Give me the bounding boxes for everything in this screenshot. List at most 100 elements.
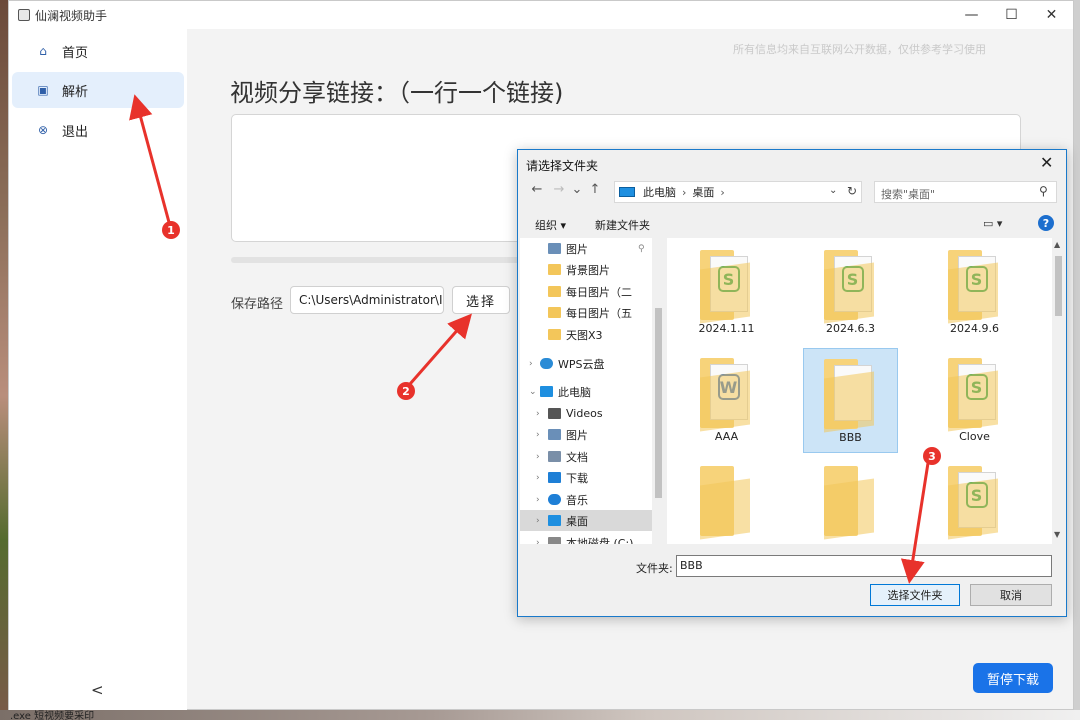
- tree-item-desktop[interactable]: › 桌面: [520, 510, 652, 531]
- title-bar: 仙澜视频助手 — ☐ ✕: [9, 1, 1073, 29]
- tree-item-label: 文档: [566, 450, 588, 464]
- maximize-button[interactable]: ☐: [989, 1, 1034, 29]
- search-input[interactable]: 搜索"桌面" ⚲: [874, 181, 1057, 203]
- tree-item-music[interactable]: › 音乐: [520, 489, 652, 510]
- sidebar-item-home[interactable]: ⌂ 首页: [12, 33, 184, 69]
- tree-item-this-pc[interactable]: ⌄ 此电脑: [520, 381, 652, 402]
- help-icon[interactable]: ?: [1038, 215, 1054, 231]
- history-dropdown-icon[interactable]: ⌄: [570, 182, 584, 197]
- close-button[interactable]: ✕: [1029, 1, 1074, 29]
- breadcrumb-this-pc[interactable]: 此电脑: [643, 184, 676, 200]
- tree-item-videos[interactable]: › Videos: [520, 403, 652, 424]
- view-options-icon[interactable]: ▭ ▾: [983, 217, 1002, 230]
- tree-item-label: 背景图片: [566, 263, 610, 277]
- tree-item[interactable]: 每日图片（二: [548, 281, 632, 302]
- folder-label: AAA: [714, 430, 739, 443]
- folder-icon: [823, 466, 878, 540]
- home-icon: ⌂: [39, 44, 47, 58]
- new-folder-button[interactable]: 新建文件夹: [595, 217, 650, 233]
- sidebar: ⌂ 首页 ▣ 解析 ⊗ 退出 <: [9, 29, 187, 710]
- refresh-icon[interactable]: ↻: [847, 184, 857, 198]
- tree-item-pictures[interactable]: › 图片: [520, 424, 652, 445]
- tree-scroll-thumb[interactable]: [655, 308, 662, 498]
- search-icon[interactable]: ⚲: [1039, 184, 1048, 198]
- tree-item-label: 图片: [566, 242, 588, 256]
- cancel-button[interactable]: 取消: [970, 584, 1052, 606]
- folder-icon: [548, 307, 561, 318]
- folder-icon: [699, 466, 754, 540]
- sidebar-item-parse[interactable]: ▣ 解析: [12, 72, 184, 108]
- save-path-input[interactable]: C:\Users\Administrator\I: [290, 286, 444, 314]
- collapse-sidebar-icon[interactable]: <: [91, 681, 104, 699]
- scroll-up-icon[interactable]: ▲: [1054, 240, 1060, 249]
- file-list-scrollbar[interactable]: ▲ ▼: [1052, 238, 1065, 544]
- tree-item-label: 本地磁盘 (C:): [566, 536, 634, 545]
- dialog-title: 请选择文件夹: [526, 159, 599, 173]
- folder-item[interactable]: S: [927, 456, 1022, 544]
- folder-icon: [548, 264, 561, 275]
- file-list: S 2024.1.11 S 2024.6.3 S 2024.9.6 W AAA …: [667, 238, 1065, 544]
- folder-label: 2024.6.3: [826, 322, 875, 335]
- address-dropdown-icon[interactable]: ⌄: [829, 185, 837, 196]
- tree-item-local-disk[interactable]: › 本地磁盘 (C:): [520, 532, 652, 544]
- folder-icon: [823, 359, 878, 433]
- tree-item-label: 每日图片（五: [566, 306, 632, 320]
- tree-item[interactable]: 天图X3: [548, 324, 603, 345]
- music-icon: [548, 494, 561, 505]
- tree-item-wps-cloud[interactable]: › WPS云盘: [520, 353, 652, 374]
- scroll-down-icon[interactable]: ▼: [1054, 530, 1060, 539]
- desktop-taskbar-fragment: .exe 短视频要采印: [0, 710, 1080, 720]
- tree-scrollbar[interactable]: [652, 238, 665, 544]
- forward-arrow-icon[interactable]: →: [548, 182, 570, 197]
- folder-item[interactable]: [679, 456, 774, 544]
- tree-item[interactable]: 背景图片: [548, 259, 610, 280]
- select-folder-button[interactable]: 选择文件夹: [870, 584, 960, 606]
- folder-label: Clove: [959, 430, 990, 443]
- organize-menu[interactable]: 组织 ▾: [535, 217, 566, 233]
- dialog-toolbar: 组织 ▾ 新建文件夹 ▭ ▾ ?: [518, 212, 1066, 238]
- desktop-background-strip: [0, 0, 8, 720]
- expand-arrow-icon[interactable]: ›: [536, 516, 540, 526]
- folder-item[interactable]: S Clove: [927, 348, 1022, 453]
- folder-name-input[interactable]: BBB: [676, 555, 1052, 577]
- folder-icon: W: [699, 358, 754, 432]
- expand-arrow-icon[interactable]: ›: [536, 495, 540, 505]
- sidebar-item-label: 首页: [62, 45, 89, 61]
- sidebar-item-label: 退出: [62, 124, 89, 140]
- folder-item[interactable]: S 2024.9.6: [927, 240, 1022, 345]
- folder-item[interactable]: [803, 456, 898, 544]
- tree-item[interactable]: 每日图片（五: [548, 302, 632, 323]
- collapse-arrow-icon[interactable]: ⌄: [529, 387, 537, 397]
- expand-arrow-icon[interactable]: ›: [536, 430, 540, 440]
- minimize-button[interactable]: —: [949, 1, 994, 29]
- expand-arrow-icon[interactable]: ›: [536, 409, 540, 419]
- pause-download-button[interactable]: 暂停下载: [973, 663, 1053, 693]
- sidebar-item-exit[interactable]: ⊗ 退出: [12, 112, 184, 148]
- file-scroll-thumb[interactable]: [1055, 256, 1062, 316]
- tree-item-downloads[interactable]: › 下载: [520, 467, 652, 488]
- folder-item[interactable]: S 2024.1.11: [679, 240, 774, 345]
- window-title: 仙澜视频助手: [35, 9, 108, 23]
- expand-arrow-icon[interactable]: ›: [536, 452, 540, 462]
- tree-item-label: 此电脑: [558, 385, 591, 399]
- dialog-close-icon[interactable]: ✕: [1040, 153, 1053, 172]
- expand-arrow-icon[interactable]: ›: [529, 359, 533, 369]
- desktop-icon: [548, 515, 561, 526]
- videos-icon: [548, 408, 561, 419]
- folder-item[interactable]: S 2024.6.3: [803, 240, 898, 345]
- tree-item[interactable]: 图片 ⚲: [548, 238, 652, 259]
- back-arrow-icon[interactable]: ←: [526, 182, 548, 197]
- address-bar[interactable]: 此电脑 › 桌面 › ⌄ ↻: [614, 181, 862, 203]
- tree-item-label: 桌面: [566, 514, 588, 528]
- expand-arrow-icon[interactable]: ›: [536, 538, 540, 545]
- breadcrumb-desktop[interactable]: 桌面: [692, 184, 714, 200]
- up-arrow-icon[interactable]: ↑: [584, 182, 606, 197]
- folder-item[interactable]: W AAA: [679, 348, 774, 453]
- folder-icon: S: [947, 250, 1002, 324]
- folder-icon: [548, 329, 561, 340]
- page-title: 视频分享链接：（一行一个链接): [230, 79, 564, 107]
- tree-item-documents[interactable]: › 文档: [520, 446, 652, 467]
- choose-path-button[interactable]: 选择: [452, 286, 510, 314]
- expand-arrow-icon[interactable]: ›: [536, 473, 540, 483]
- folder-item-selected[interactable]: BBB: [803, 348, 898, 453]
